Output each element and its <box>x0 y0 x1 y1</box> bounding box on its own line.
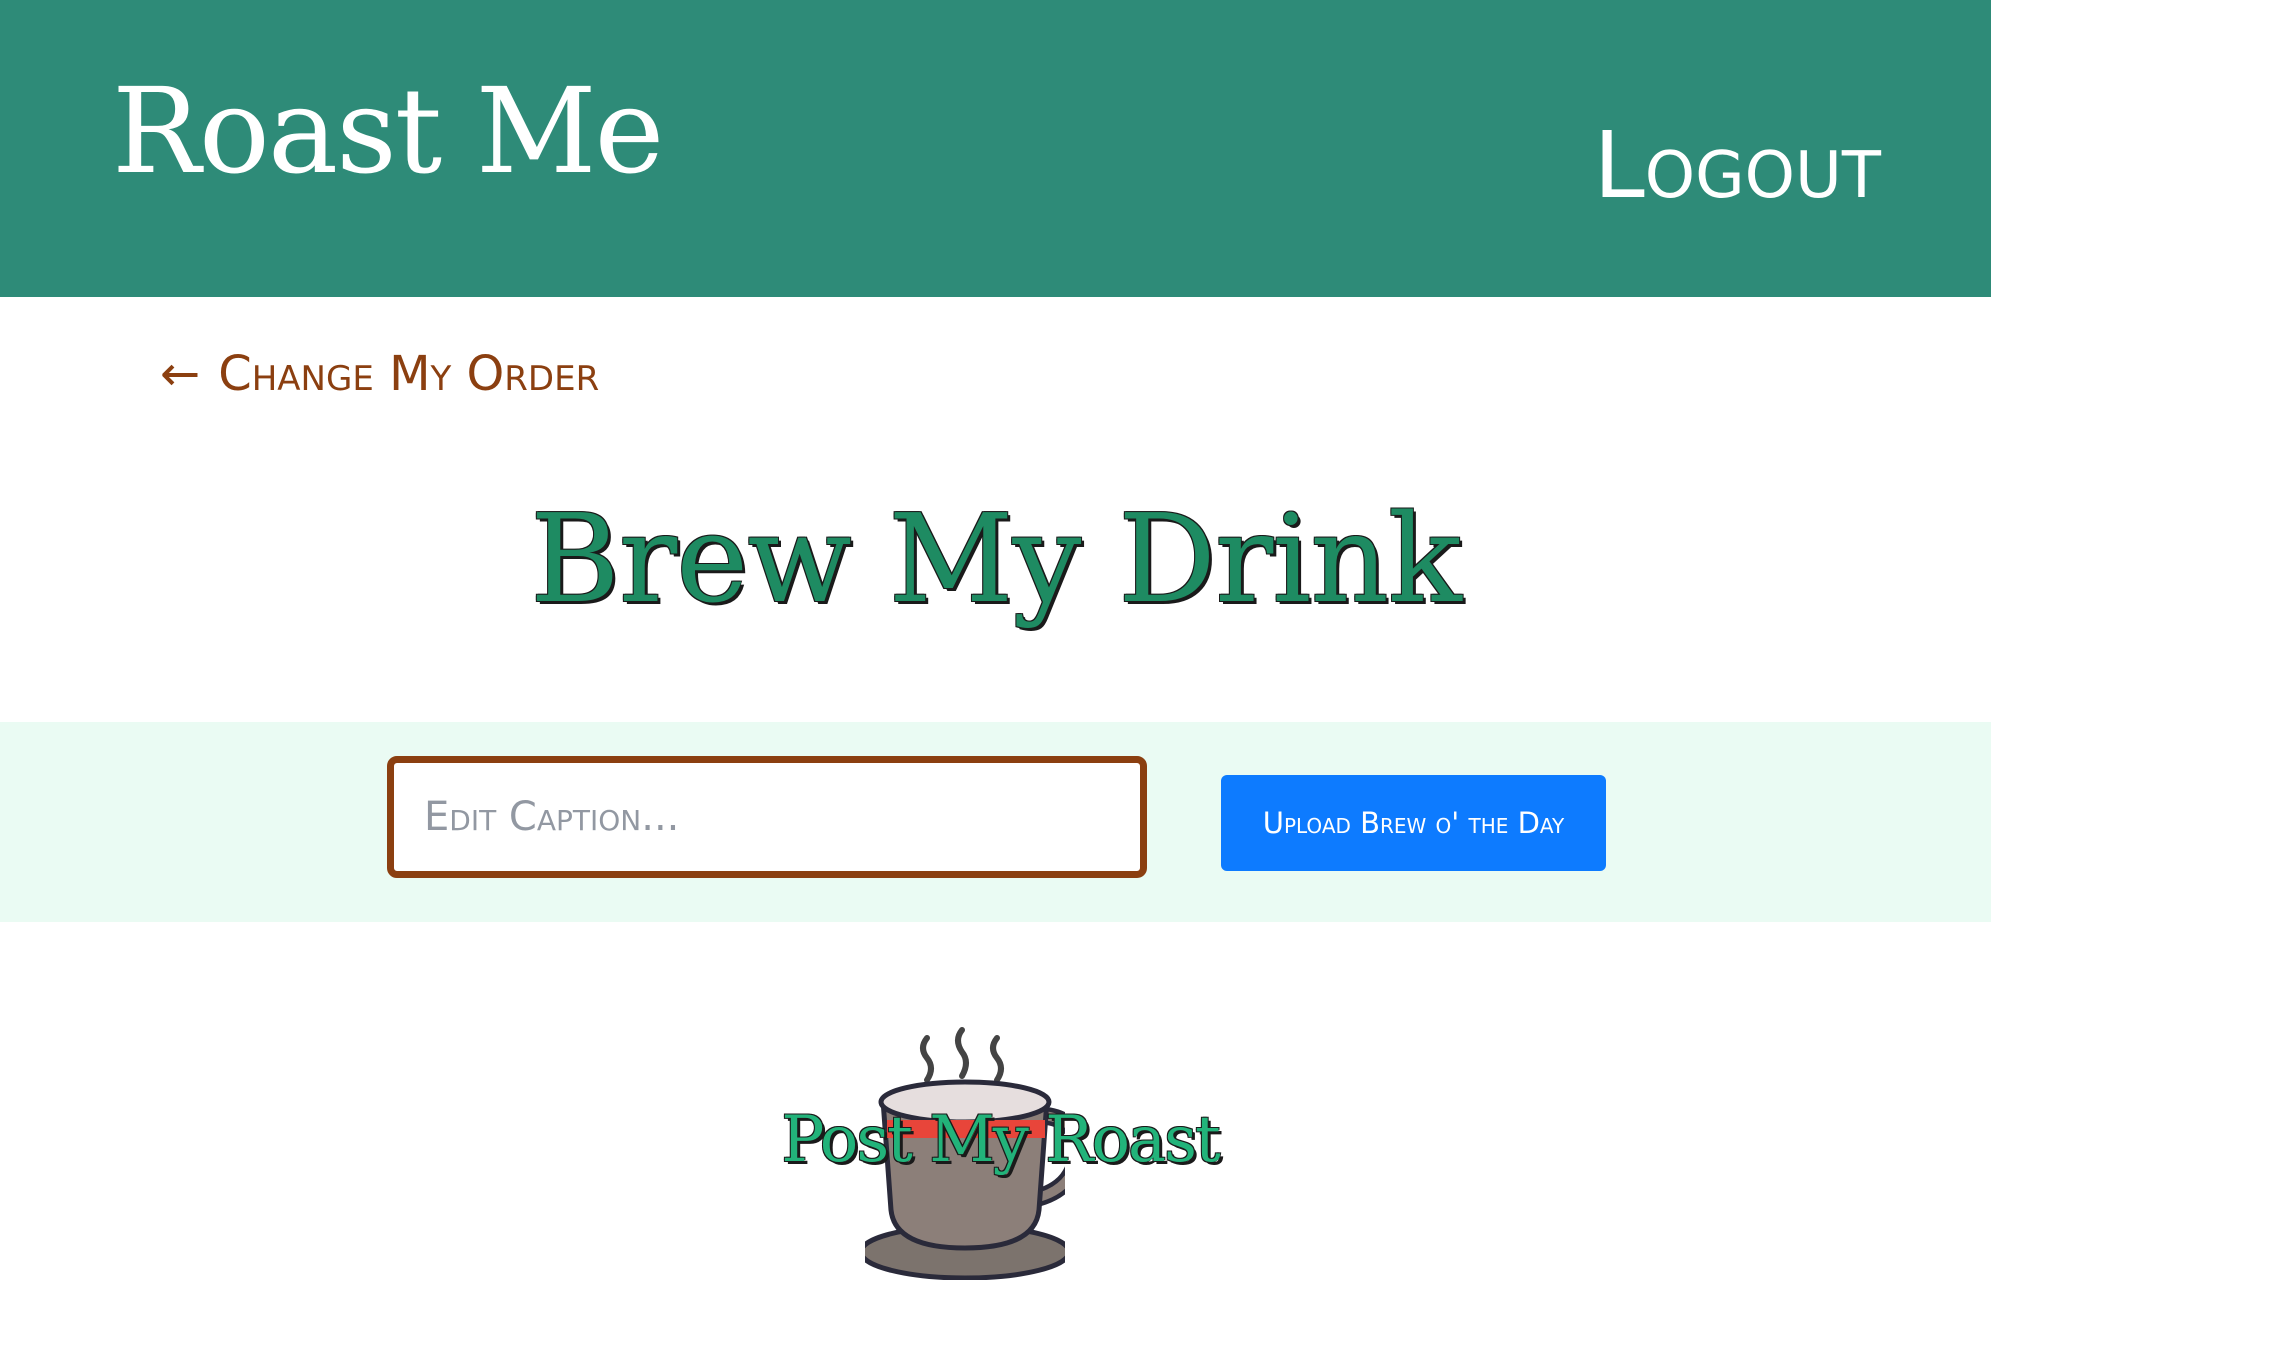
caption-input[interactable] <box>387 756 1147 878</box>
post-my-roast-label: Post My Roast <box>781 1103 1220 1177</box>
logout-link[interactable]: Logout <box>1593 120 1881 212</box>
change-order-label: Change My Order <box>218 346 600 402</box>
brand-logo[interactable]: Roast Me <box>112 72 664 190</box>
change-order-link[interactable]: ← Change My Order <box>160 350 599 398</box>
page: Roast Me Logout ← Change My Order Brew My… <box>0 0 2276 1368</box>
page-title: Brew My Drink <box>530 488 1462 630</box>
navbar: Roast Me Logout <box>0 0 1991 297</box>
post-my-roast-button[interactable]: Post My Roast <box>770 1020 1230 1280</box>
back-arrow-icon: ← <box>160 346 201 402</box>
upload-brew-button[interactable]: Upload Brew o' the Day <box>1221 775 1606 871</box>
